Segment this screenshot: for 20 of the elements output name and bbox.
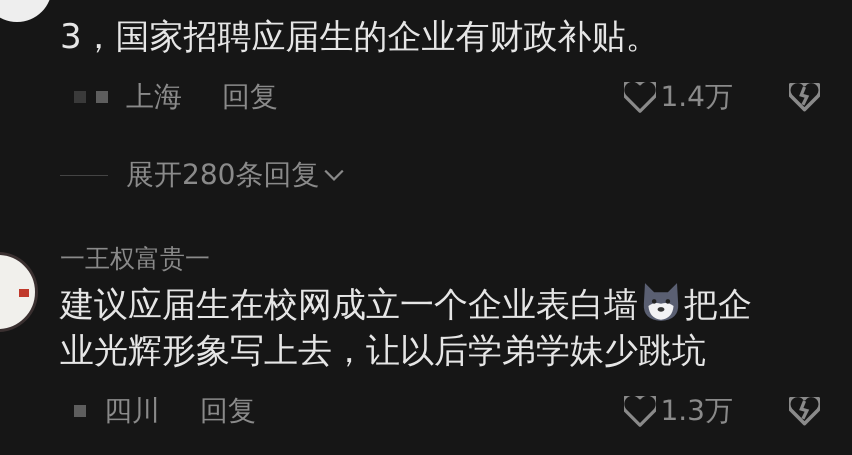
comment-text: 把企 (684, 285, 752, 325)
expand-replies-button[interactable]: 展开280条回复 (60, 156, 346, 194)
blurred-date (74, 91, 108, 103)
heart-icon (624, 82, 656, 112)
heart-icon (624, 396, 656, 426)
like-button[interactable]: 1.4万 (624, 78, 733, 116)
username[interactable]: 一王权富贵一 (60, 244, 852, 274)
reply-button[interactable]: 回复 (222, 78, 278, 116)
blurred-date (74, 405, 86, 417)
location-label: 四川 (104, 393, 160, 429)
chevron-down-icon (323, 168, 346, 182)
comment-text: 业光辉形象写上去，让以后学弟学妹少跳坑 (60, 331, 706, 371)
broken-heart-icon[interactable] (789, 396, 820, 426)
broken-heart-icon[interactable] (789, 82, 820, 112)
comment-text: 建议应届生在校网成立一个企业表白墙 (60, 285, 638, 325)
comment-text: 3，国家招聘应届生的企业有财政补贴。 (60, 17, 660, 57)
reply-button[interactable]: 回复 (200, 392, 256, 430)
like-button[interactable]: 1.3万 (624, 392, 733, 430)
location-label: 上海 (126, 79, 182, 115)
wolf-emoji-icon (641, 282, 681, 322)
